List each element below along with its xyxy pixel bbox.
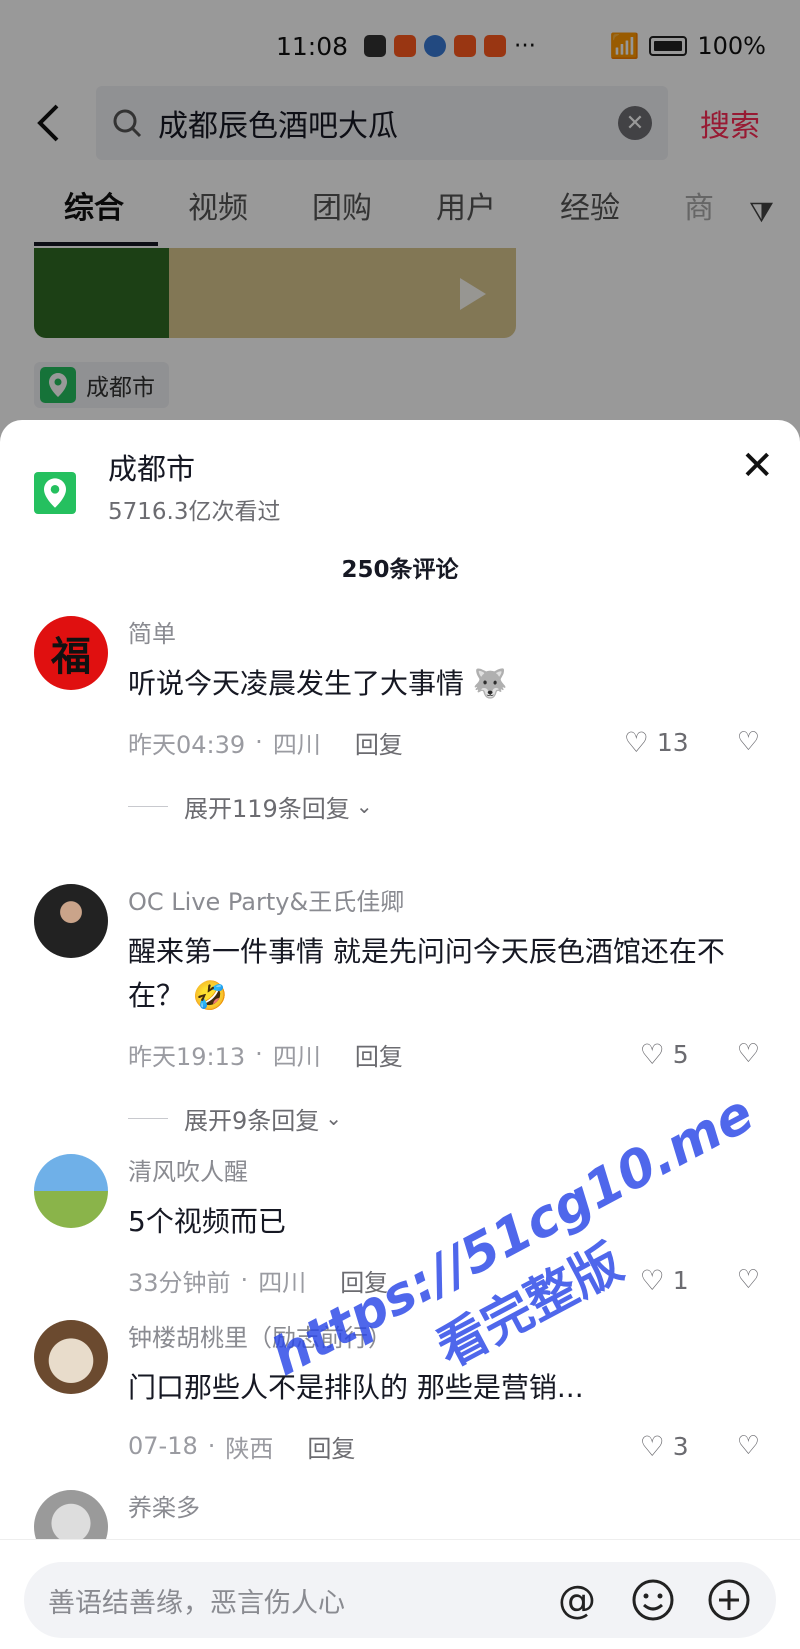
comment-input-bar: 善语结善缘，恶言伤人心 @ [0,1539,800,1649]
comment-time: 33分钟前 [128,1268,231,1297]
mention-icon[interactable]: @ [554,1577,600,1623]
location-header: 成都市 5716.3亿次看过 ✕ [34,446,774,526]
comment-meta: 昨天19:13 · 四川 回复 ♡ 5 ♡ [128,1037,760,1072]
like-count: 5 [672,1039,689,1069]
dislike-icon[interactable]: ♡ [737,1265,760,1295]
dislike-icon[interactable]: ♡ [737,1431,760,1461]
comment-username[interactable]: OC Live Party&王氏佳卿 [128,884,760,920]
heart-icon: ♡ [639,1037,665,1071]
comment-sheet: 成都市 5716.3亿次看过 ✕ 250条评论 福 简单 听说今天凌晨发生了大事… [0,420,800,1649]
divider [128,805,168,807]
laughing-emoji-icon: 🤣 [192,979,228,1012]
like-count: 13 [656,727,689,757]
comment-item: 清风吹人醒 5个视频而已 33分钟前 · 四川 回复 ♡ 1 ♡ [0,1154,800,1320]
comment-username[interactable]: 简单 [128,616,760,652]
heart-icon: ♡ [623,725,649,759]
like-button[interactable]: ♡ 5 [640,1038,689,1071]
like-count: 3 [672,1431,689,1461]
location-views: 5716.3亿次看过 [108,499,281,525]
comment-meta: 33分钟前 · 四川 回复 ♡ 1 ♡ [128,1263,760,1298]
expand-replies-label: 展开9条回复 [184,1106,320,1135]
comment-list: 福 简单 听说今天凌晨发生了大事情 🐺 昨天04:39 · 四川 回复 ♡ 13 … [0,616,800,1570]
heart-icon: ♡ [639,1263,665,1297]
heart-icon: ♡ [639,1429,665,1463]
divider [128,1117,168,1119]
emoji-icon[interactable] [630,1577,676,1623]
like-button[interactable]: ♡ 3 [640,1430,689,1463]
expand-replies-label: 展开119条回复 [184,794,350,823]
expand-replies[interactable]: 展开9条回复 ⌄ [128,1098,760,1138]
comment-username[interactable]: 钟楼胡桃里（励志前行） [128,1320,760,1356]
reply-button[interactable]: 回复 [340,1263,388,1298]
comment-text: 5个视频而已 [128,1205,286,1238]
like-count: 1 [672,1265,689,1295]
close-icon[interactable]: ✕ [740,446,774,486]
location-name[interactable]: 成都市 [108,446,195,488]
comment-meta: 07-18 · 陕西 回复 ♡ 3 ♡ [128,1429,760,1464]
comment-region: 四川 [272,730,321,759]
chevron-down-icon: ⌄ [325,1106,343,1130]
wolf-emoji-icon: 🐺 [472,667,508,700]
dislike-icon[interactable]: ♡ [737,1039,760,1069]
comment-input[interactable]: 善语结善缘，恶言伤人心 @ [24,1562,776,1638]
comment-item: 钟楼胡桃里（励志前行） 门口那些人不是排队的 那些是营销... 07-18 · … [0,1320,800,1490]
comment-text: 醒来第一件事情 就是先问问今天辰色酒馆还在不在？ 🤣 [128,935,725,1012]
comment-count: 250条评论 [341,557,459,583]
comment-time: 昨天19:13 [128,1042,246,1071]
dislike-icon[interactable]: ♡ [737,727,760,757]
comment-region: 四川 [258,1268,307,1297]
reply-button[interactable]: 回复 [307,1429,355,1464]
comment-region: 陕西 [225,1434,274,1463]
like-button[interactable]: ♡ 13 [624,726,689,759]
comment-item: 福 简单 听说今天凌晨发生了大事情 🐺 昨天04:39 · 四川 回复 ♡ 13 … [0,616,800,884]
avatar[interactable] [34,1320,108,1394]
add-icon[interactable] [706,1577,752,1623]
comment-username[interactable]: 养楽多 [128,1490,760,1526]
comment-text: 听说今天凌晨发生了大事情 🐺 [128,667,508,700]
avatar[interactable] [34,1154,108,1228]
avatar[interactable]: 福 [34,616,108,690]
comment-item: OC Live Party&王氏佳卿 醒来第一件事情 就是先问问今天辰色酒馆还在… [0,884,800,1154]
comment-region: 四川 [272,1042,321,1071]
comment-time: 07-18 [128,1432,198,1460]
chevron-down-icon: ⌄ [355,794,373,818]
like-button[interactable]: ♡ 1 [640,1264,689,1297]
reply-button[interactable]: 回复 [355,725,403,760]
reply-button[interactable]: 回复 [355,1037,403,1072]
location-pin-icon [34,472,76,514]
expand-replies[interactable]: 展开119条回复 ⌄ [128,786,760,826]
comment-input-placeholder: 善语结善缘，恶言伤人心 [48,1587,345,1619]
comment-meta: 昨天04:39 · 四川 回复 ♡ 13 ♡ [128,725,760,760]
comment-username[interactable]: 清风吹人醒 [128,1154,760,1190]
avatar[interactable] [34,884,108,958]
comment-time: 昨天04:39 [128,730,246,759]
comment-text: 门口那些人不是排队的 那些是营销... [128,1371,584,1404]
